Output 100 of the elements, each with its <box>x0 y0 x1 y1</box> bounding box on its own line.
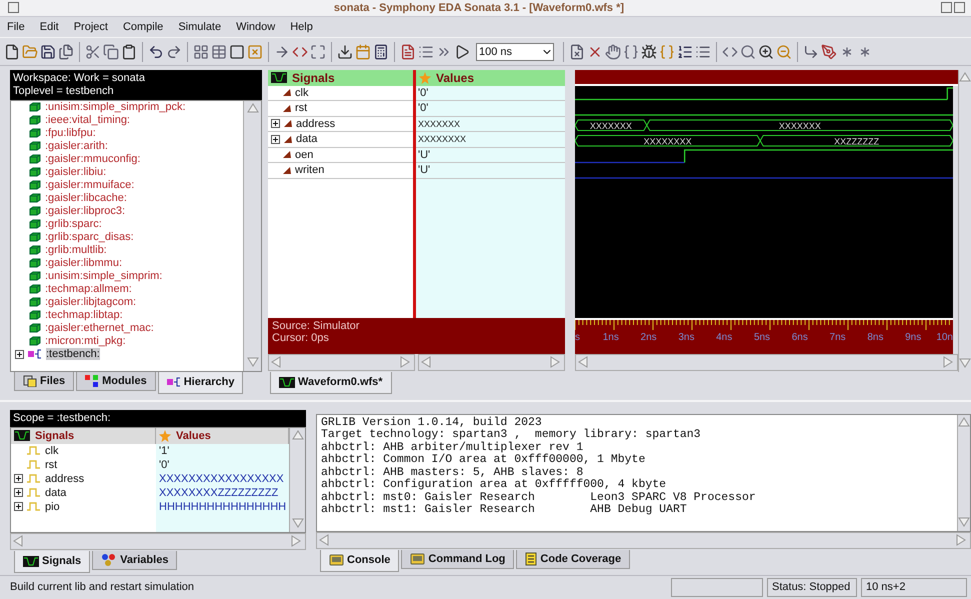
table-icon[interactable] <box>211 44 227 60</box>
scroll-arrow-icon[interactable] <box>292 430 304 442</box>
scroll-arrow-icon[interactable] <box>319 534 331 546</box>
scroll-arrow-icon[interactable] <box>943 356 955 368</box>
play-icon[interactable] <box>454 44 470 60</box>
menu-item[interactable]: Simulate <box>177 19 222 36</box>
square-icon[interactable] <box>229 44 245 60</box>
save-icon[interactable] <box>40 44 56 60</box>
scroll-arrow-icon[interactable] <box>291 535 303 548</box>
panel-tab[interactable]: Modules <box>76 372 156 391</box>
scroll-arrow-icon[interactable] <box>550 356 562 368</box>
paste-icon[interactable] <box>121 44 137 60</box>
tree-item[interactable]: :techmap:libtap: <box>45 309 123 322</box>
scroll-arrow-icon[interactable] <box>578 356 590 368</box>
tree-item[interactable]: :unisim:simple_simprim: <box>45 270 162 282</box>
scroll-arrow-icon[interactable] <box>246 102 258 115</box>
hand-icon[interactable] <box>605 44 621 60</box>
numbered-list-icon[interactable] <box>677 44 693 60</box>
menu-item[interactable]: Window <box>235 19 276 36</box>
vertical-scrollbar[interactable] <box>243 100 261 371</box>
panel-tab[interactable]: Console <box>320 550 400 572</box>
file-x-icon[interactable] <box>569 44 585 60</box>
list-icon[interactable] <box>695 44 711 60</box>
panel-tab[interactable]: Code Coverage <box>516 550 630 569</box>
scroll-arrow-icon[interactable] <box>956 534 968 546</box>
expand-icon[interactable] <box>14 474 23 484</box>
panel-tab[interactable]: Files <box>14 372 74 391</box>
horizontal-scrollbar[interactable] <box>10 532 306 550</box>
tree-item[interactable]: :grlib:sparc: <box>45 218 102 230</box>
menu-item[interactable]: Help <box>289 19 314 36</box>
redo-icon[interactable] <box>166 44 182 60</box>
menu-item[interactable]: Edit <box>38 19 60 36</box>
time-step-dropdown[interactable]: 100 ns <box>476 42 554 61</box>
tree-item[interactable]: :unisim:simple_simprim_pck: <box>45 101 186 114</box>
horizontal-scrollbar[interactable] <box>316 532 971 549</box>
vertical-scrollbar[interactable] <box>957 414 970 531</box>
maximize-button[interactable] <box>954 2 965 14</box>
panel-tab[interactable]: Signals <box>14 550 90 573</box>
corner-arrow-icon[interactable] <box>803 44 819 60</box>
tree-item[interactable]: :gaisler:mmuconfig: <box>45 153 140 166</box>
horizontal-scrollbar[interactable] <box>418 354 565 371</box>
tree-item[interactable]: :ieee:vital_timing: <box>45 114 130 126</box>
tree-item[interactable]: :gaisler:libiu: <box>45 166 106 178</box>
bug-icon[interactable] <box>641 44 657 60</box>
expand-icon[interactable] <box>14 502 23 512</box>
scroll-arrow-icon[interactable] <box>13 535 25 548</box>
vertical-scrollbar[interactable] <box>289 428 305 532</box>
tree-item[interactable]: :gaisler:libmmu: <box>45 257 122 270</box>
expand-icon[interactable] <box>271 134 280 144</box>
copy-icon[interactable] <box>103 44 119 60</box>
files-icon[interactable] <box>58 44 74 60</box>
tree-item[interactable]: :gaisler:mmuiface: <box>45 179 134 192</box>
expand-icon[interactable] <box>15 350 24 359</box>
tree-item[interactable]: :techmap:allmem: <box>45 283 132 296</box>
zoom-in-icon[interactable] <box>758 44 774 60</box>
scroll-arrow-icon[interactable] <box>959 358 971 370</box>
tree-item[interactable]: :gaisler:libcache: <box>45 192 127 204</box>
cut-icon[interactable] <box>85 44 101 60</box>
expand-icon[interactable] <box>271 119 280 128</box>
horizontal-scrollbar[interactable] <box>268 354 415 371</box>
search-icon[interactable] <box>740 44 756 60</box>
scroll-arrow-icon[interactable] <box>958 516 970 529</box>
document-icon[interactable] <box>400 44 416 60</box>
tree-item[interactable]: :fpu:libfpu: <box>45 127 96 140</box>
braces-icon[interactable] <box>623 44 639 60</box>
menu-item[interactable]: Compile <box>122 19 164 36</box>
panel-tab[interactable]: Hierarchy <box>158 372 244 394</box>
pen-icon[interactable] <box>821 44 837 60</box>
tree-item[interactable]: :gaisler:arith: <box>45 140 108 152</box>
list-icon[interactable] <box>418 44 434 60</box>
tree-item[interactable]: :micron:mti_pkg: <box>45 335 126 348</box>
signal-name: rst <box>295 102 308 114</box>
menu-item[interactable]: Project <box>72 19 109 36</box>
scroll-arrow-icon[interactable] <box>271 356 283 368</box>
window-menu-button[interactable] <box>8 2 19 14</box>
scroll-arrow-icon[interactable] <box>958 416 970 429</box>
scroll-arrow-icon[interactable] <box>292 518 304 530</box>
undo-icon[interactable] <box>148 44 164 60</box>
minimize-button[interactable] <box>941 2 952 14</box>
pulse-icon <box>27 446 41 456</box>
tree-item[interactable]: :gaisler:libproc3: <box>45 205 126 218</box>
scroll-arrow-icon[interactable] <box>959 72 971 84</box>
panel-tab[interactable]: Variables <box>92 550 178 570</box>
document-tab[interactable]: Waveform0.wfs* <box>270 372 392 394</box>
expand-icon[interactable] <box>14 488 23 498</box>
scroll-arrow-icon[interactable] <box>246 356 258 369</box>
new-file-icon[interactable] <box>4 44 20 60</box>
tree-item[interactable]: :grlib:multlib: <box>45 244 107 256</box>
scroll-arrow-icon[interactable] <box>421 356 433 368</box>
menu-item[interactable]: File <box>6 19 26 36</box>
tree-item[interactable]: :gaisler:libjtagcom: <box>45 296 136 308</box>
horizontal-scrollbar[interactable] <box>575 354 958 371</box>
tree-item[interactable]: :testbench: <box>46 348 100 360</box>
tree-item[interactable]: :grlib:sparc_disas: <box>45 231 134 244</box>
grid-icon[interactable] <box>193 44 209 60</box>
tree-item[interactable]: :gaisler:ethernet_mac: <box>45 322 154 334</box>
scroll-arrow-icon[interactable] <box>400 356 412 368</box>
download-icon[interactable] <box>337 44 353 60</box>
calculator-icon[interactable] <box>373 44 389 60</box>
panel-tab[interactable]: Command Log <box>401 550 514 569</box>
